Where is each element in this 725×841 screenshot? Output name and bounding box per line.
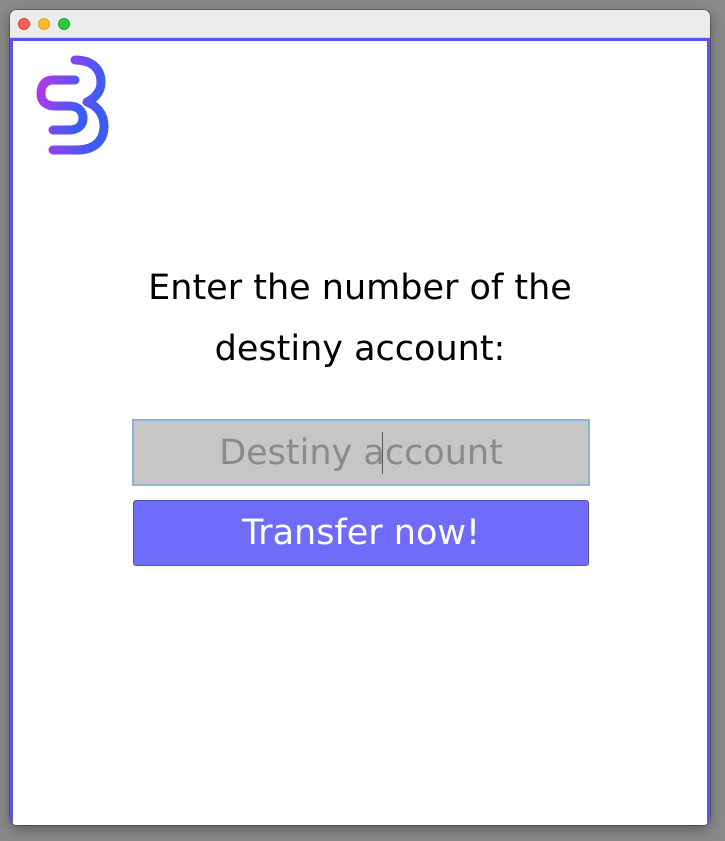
- prompt-line-2: destiny account:: [214, 329, 506, 369]
- destiny-account-input[interactable]: [132, 419, 590, 486]
- prompt-line-1: Enter the number of the: [148, 268, 572, 308]
- text-caret: [382, 432, 383, 474]
- account-prompt: Enter the number of the destiny account:: [13, 258, 707, 380]
- bank-logo-icon: [26, 55, 109, 155]
- title-bar: [10, 10, 710, 38]
- minimize-window-button[interactable]: [38, 18, 50, 30]
- transfer-panel: Enter the number of the destiny account:…: [10, 38, 710, 825]
- app-window: Enter the number of the destiny account:…: [10, 10, 710, 825]
- transfer-now-button[interactable]: Transfer now!: [133, 500, 589, 566]
- close-window-button[interactable]: [18, 18, 30, 30]
- maximize-window-button[interactable]: [58, 18, 70, 30]
